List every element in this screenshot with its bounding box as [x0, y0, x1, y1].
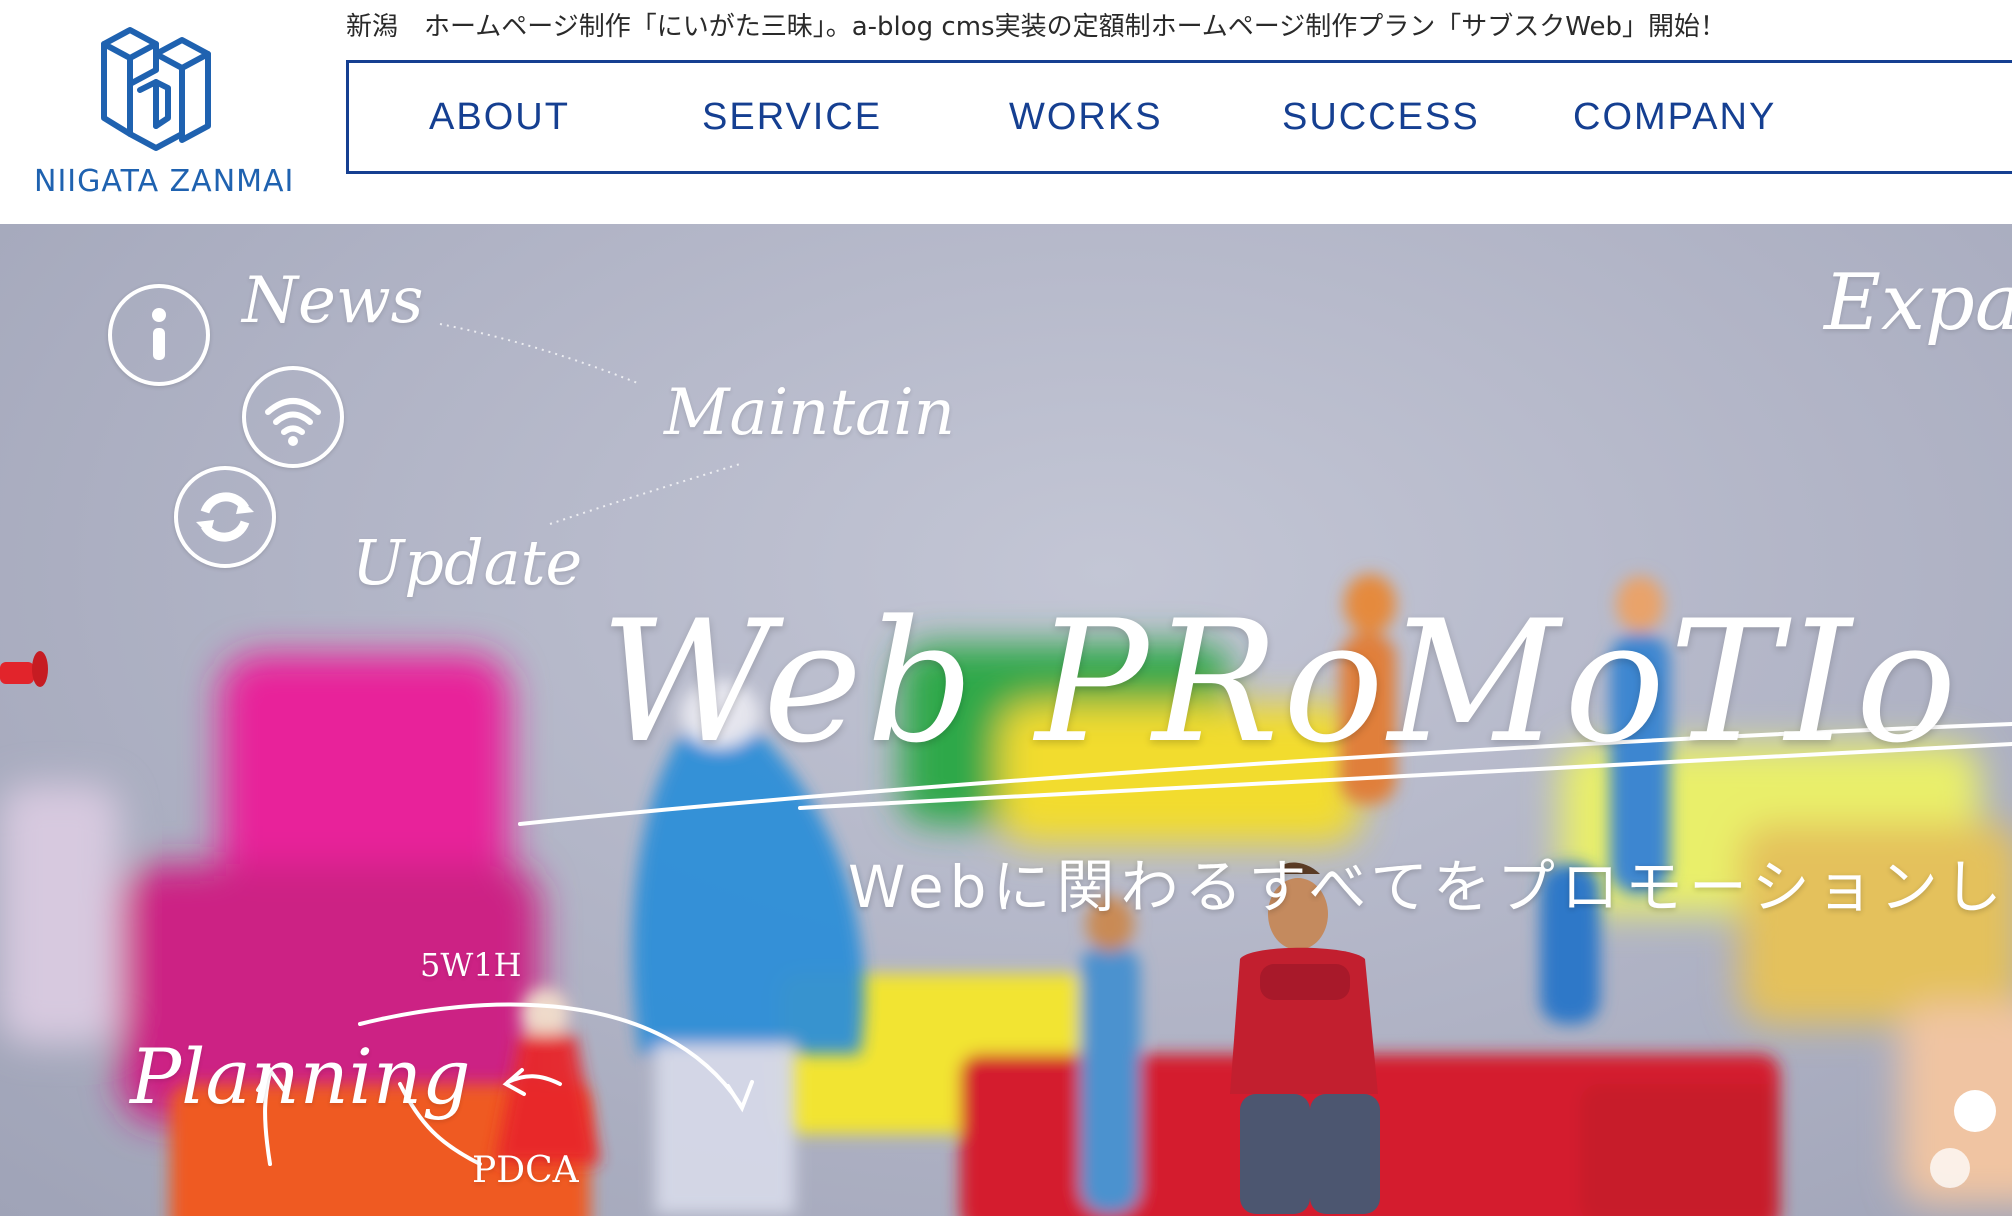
- label-expand: Expa: [1824, 258, 2012, 348]
- nav-service[interactable]: SERVICE: [702, 63, 882, 171]
- nav-about[interactable]: ABOUT: [429, 63, 570, 171]
- label-update: Update: [352, 526, 583, 599]
- label-planning: Planning: [130, 1032, 471, 1121]
- refresh-icon: [174, 466, 276, 568]
- announcement-link[interactable]: 新潟 ホームページ制作「にいがた三昧」。a-blog cms実装の定額制ホームペ…: [346, 6, 2006, 43]
- slider-dot-1[interactable]: [1954, 1090, 1996, 1132]
- nav-company[interactable]: COMPANY: [1573, 63, 1776, 171]
- info-icon: [108, 284, 210, 386]
- label-news: News: [242, 264, 424, 338]
- logo-mark-icon: [101, 27, 211, 151]
- label-pdca: PDCA: [472, 1150, 579, 1191]
- hero-slider: News Maintain Update Expa Planning 5W1H …: [0, 224, 2012, 1216]
- slider-dot-2[interactable]: [1930, 1148, 1970, 1188]
- nav-works[interactable]: WORKS: [1009, 63, 1163, 171]
- hero-title: Web PRoMoTIo: [600, 584, 1961, 780]
- site-header: NIIGATA ZANMAI 新潟 ホームページ制作「にいがた三昧」。a-blo…: [0, 0, 2012, 224]
- label-maintain: Maintain: [664, 376, 955, 450]
- nav-success[interactable]: SUCCESS: [1282, 63, 1480, 171]
- wifi-icon: [242, 366, 344, 468]
- label-5w1h: 5W1H: [420, 946, 522, 984]
- global-nav: ABOUT SERVICE WORKS SUCCESS COMPANY: [346, 60, 2012, 174]
- logo-text: NIIGATA ZANMAI: [34, 164, 295, 199]
- site-logo[interactable]: NIIGATA ZANMAI: [28, 12, 293, 202]
- hero-subtitle: Webに関わるすべてをプロモーションしま: [848, 853, 2012, 921]
